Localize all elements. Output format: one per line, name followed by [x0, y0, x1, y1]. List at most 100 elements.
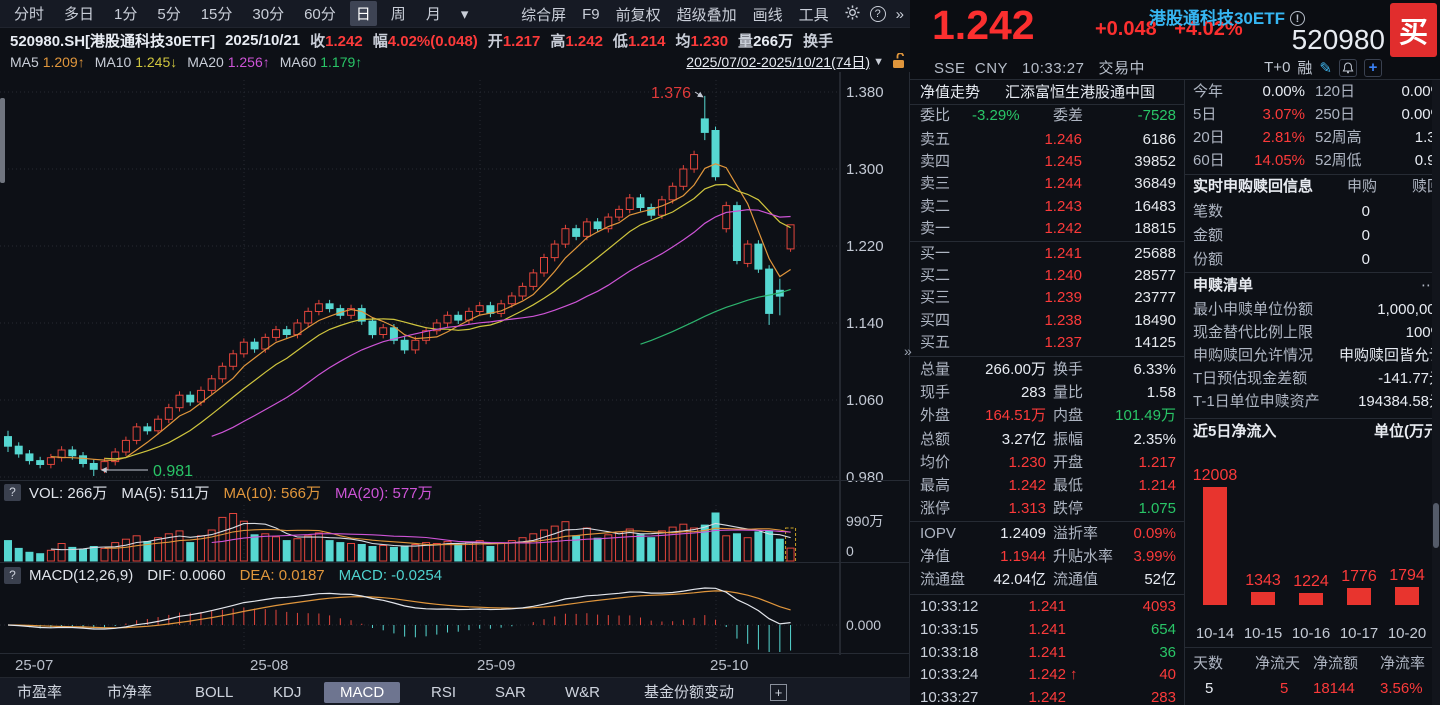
shenshu-value: 1,000,000 [1377, 300, 1440, 320]
ma-item-MA5: MA5 1.209↑ [10, 54, 85, 70]
buy-button[interactable]: 买 [1390, 3, 1437, 57]
x-axis-label: 25-07 [15, 657, 53, 674]
macd-panel-header: ?MACD(12,26,9)DIF: 0.0060DEA: 0.0187MACD… [0, 565, 905, 585]
period-toolbar: 分时多日 1分 5分 15分 30分 60分日周月 ▾ 综合屏F9前复权超级叠加画线工具? » [0, 0, 910, 28]
indicator-tab-W&R[interactable]: W&R [557, 682, 608, 703]
ask-row-2[interactable]: 卖二1.24316483 [910, 197, 1185, 217]
tool-5[interactable]: 工具 [793, 2, 835, 27]
bid-row-3[interactable]: 买三1.23923777 [910, 288, 1185, 308]
scrollbar-thumb[interactable] [1433, 503, 1439, 548]
toolbar-more-icon[interactable]: » [896, 6, 904, 23]
ask-row-5[interactable]: 卖五1.2466186 [910, 130, 1185, 150]
flow-bar-date: 10-14 [1190, 625, 1240, 642]
flow-header-row: 近5日净流入单位(万元) [1185, 422, 1440, 442]
period-tab-8[interactable]: 周 [385, 1, 412, 26]
indicator-tab-基金份额变动[interactable]: 基金份额变动 [636, 682, 742, 703]
range-dropdown-icon[interactable]: ▼ [873, 56, 884, 68]
stat-label: 外盘 [920, 406, 950, 426]
scrollbar[interactable] [1432, 80, 1440, 705]
perf-value: 3.07% [1225, 105, 1305, 125]
realtime-value: 0 [1285, 202, 1370, 222]
shenshu-label: 现金替代比例上限 [1193, 323, 1313, 343]
level-qty: 18490 [1134, 311, 1176, 331]
tool-0[interactable]: 综合屏 [515, 2, 572, 27]
perf-value: 2.81% [1225, 128, 1305, 148]
tool-4[interactable]: 画线 [747, 2, 789, 27]
weibi-value: -3.29% [972, 106, 1020, 126]
indicator-tab-MACD[interactable]: MACD [324, 682, 400, 703]
perf-label: 52周低 [1315, 151, 1362, 171]
add-indicator-button[interactable]: + [770, 684, 787, 701]
bid-row-2[interactable]: 买二1.24028577 [910, 266, 1185, 286]
quote-time: 10:33:27 [1022, 60, 1084, 77]
indicator-tab-市盈率[interactable]: 市盈率 [9, 682, 70, 703]
indicator-tab-RSI[interactable]: RSI [423, 682, 464, 703]
divider [910, 356, 1185, 357]
ask-row-4[interactable]: 卖四1.24539852 [910, 152, 1185, 172]
indicator-tab-市净率[interactable]: 市净率 [99, 682, 160, 703]
info-field-3: 高1.242 [550, 30, 603, 51]
period-tab-0[interactable]: 分时 [8, 1, 50, 26]
shenshu-row-3: T日预估现金差额-141.77元 [1185, 369, 1440, 389]
flow-bar-value: 12008 [1190, 467, 1240, 485]
perf-label: 20日 [1193, 128, 1225, 148]
period-tab-1[interactable]: 多日 [58, 1, 100, 26]
ask-row-1[interactable]: 卖一1.24218815 [910, 219, 1185, 239]
x-axis: 25-0725-0825-0925-10 [0, 655, 910, 677]
period-tab-6[interactable]: 60分 [298, 1, 342, 26]
tool-1[interactable]: F9 [576, 4, 606, 25]
info-field-value: 1.242 [565, 33, 603, 50]
lock-icon[interactable] [891, 53, 906, 73]
stat-label: 最高 [920, 476, 950, 496]
stat-value: 6.33% [1133, 360, 1176, 380]
tool-2[interactable]: 前复权 [610, 2, 667, 27]
tick-qty: 283 [1151, 688, 1176, 705]
toolbar-tools: 综合屏F9前复权超级叠加画线工具? » [511, 0, 904, 28]
bid-row-1[interactable]: 买一1.24125688 [910, 244, 1185, 264]
indicator-tab-BOLL[interactable]: BOLL [187, 682, 241, 703]
info-field-value: 266万 [753, 33, 793, 50]
currency: CNY [975, 60, 1008, 77]
flow-bar-10-20 [1395, 587, 1419, 605]
help-icon[interactable]: ? [4, 567, 21, 584]
kline-chart[interactable]: 1.3801.3001.2201.1401.0600.9801.3760.981… [0, 0, 910, 705]
stat-label: 溢折率 [1053, 524, 1098, 544]
bell-icon[interactable] [1339, 59, 1357, 77]
indicator-tab-SAR[interactable]: SAR [487, 682, 534, 703]
realtime-label: 金额 [1193, 226, 1223, 246]
info-field-4: 低1.214 [613, 30, 666, 51]
period-tab-4[interactable]: 15分 [195, 1, 239, 26]
level-label: 卖二 [920, 197, 950, 217]
ask-row-3[interactable]: 卖三1.24436849 [910, 174, 1185, 194]
period-dropdown-icon[interactable]: ▾ [455, 3, 475, 25]
period-tab-9[interactable]: 月 [420, 1, 447, 26]
ma-value: 1.256↑ [228, 54, 270, 70]
level-price: 1.237 [970, 333, 1082, 353]
left-panel-handle[interactable] [0, 98, 5, 183]
period-tab-5[interactable]: 30分 [246, 1, 290, 26]
ma-value: 1.245↓ [135, 54, 177, 70]
stat-value: 101.49万 [1115, 406, 1176, 426]
period-tab-2[interactable]: 1分 [108, 1, 143, 26]
gear-icon[interactable] [845, 5, 860, 24]
date-range-selector[interactable]: 2025/07/02-2025/10/21(74日) [686, 52, 870, 72]
bid-row-4[interactable]: 买四1.23818490 [910, 311, 1185, 331]
indicator-tab-KDJ[interactable]: KDJ [265, 682, 309, 703]
help-icon[interactable]: ? [4, 484, 21, 501]
help-icon[interactable]: ? [870, 6, 886, 22]
pencil-icon[interactable]: ✎ [1319, 59, 1332, 77]
flow-table-values: 55181443.56% [1185, 679, 1440, 699]
shenshu-row-4: T-1日单位申赎资产194384.58元 [1185, 392, 1440, 412]
period-tab-3[interactable]: 5分 [151, 1, 186, 26]
divider [910, 241, 1185, 242]
bid-row-5[interactable]: 买五1.23714125 [910, 333, 1185, 353]
info-field-value: 1.214 [628, 33, 666, 50]
order-book-panel: 净值走势汇添富恒生港股通中国委比-3.29%委差-7528卖五1.2466186… [910, 80, 1185, 705]
divider [910, 104, 1185, 105]
period-tab-7[interactable]: 日 [350, 1, 377, 26]
panel-collapse-handle[interactable]: » [904, 343, 912, 359]
perf-row-3: 60日14.05%52周低0.98 [1185, 151, 1440, 171]
add-watch-icon[interactable]: + [1364, 59, 1382, 77]
nav-tab-chart[interactable]: 净值走势 [920, 83, 980, 103]
tool-3[interactable]: 超级叠加 [671, 2, 743, 27]
